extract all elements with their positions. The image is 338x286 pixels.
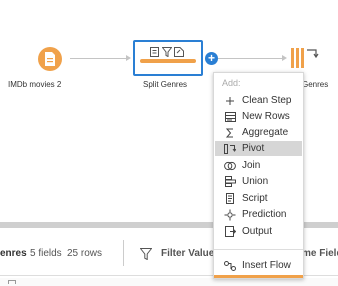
insert-flow-icon	[224, 260, 236, 272]
menu-item-label: Join	[242, 160, 261, 171]
output-icon	[224, 226, 236, 238]
clean-icon	[150, 44, 160, 57]
join-icon	[224, 160, 236, 172]
input-node-label: IMDb movies 2	[8, 80, 62, 89]
menu-item-clean-step[interactable]: Clean Step	[215, 93, 302, 108]
menu-item-label: Aggregate	[242, 127, 289, 138]
filter-values-button[interactable]: Filter Value	[161, 248, 214, 259]
add-step-button[interactable]: +	[205, 52, 218, 65]
prediction-icon	[224, 209, 236, 221]
clean-step-bar	[140, 59, 196, 63]
pivot-icon	[224, 143, 236, 155]
field-count: 5 fields	[30, 248, 62, 259]
menu-item-union[interactable]: Union	[215, 174, 302, 189]
menu-header: Add:	[222, 78, 241, 88]
menu-item-label: Clean Step	[242, 95, 292, 106]
menu-item-output[interactable]: Output	[215, 224, 302, 239]
row-count: 25 rows	[67, 248, 103, 259]
add-step-menu: Add: Clean Step New Rows Aggregate Pivot…	[213, 72, 304, 279]
menu-item-label: Prediction	[242, 209, 287, 220]
connector-line	[70, 58, 126, 59]
clean-step-label: Split Genres	[143, 80, 188, 89]
menu-item-label: Union	[242, 176, 269, 187]
file-icon	[45, 52, 55, 66]
filter-icon[interactable]	[139, 247, 153, 261]
rename-icon	[174, 44, 184, 57]
step-name: enres	[0, 248, 27, 259]
column-type-icon	[8, 280, 16, 284]
menu-item-prediction[interactable]: Prediction	[215, 207, 302, 222]
input-node[interactable]	[38, 47, 62, 71]
filter-icon	[161, 44, 173, 58]
menu-item-label: Pivot	[242, 143, 265, 154]
menu-item-label: Insert Flow	[242, 260, 291, 271]
toolbar-separator	[123, 240, 124, 266]
menu-item-pivot[interactable]: Pivot	[215, 141, 302, 156]
connector-arrow	[282, 55, 287, 61]
menu-item-script[interactable]: Script	[215, 191, 302, 206]
menu-item-label: Output	[242, 226, 273, 237]
connector-arrow	[126, 55, 131, 61]
pivot-node-label: Genres	[302, 80, 329, 89]
menu-accent-bar	[214, 275, 303, 278]
grid-header-row	[0, 278, 338, 286]
clean-step-node[interactable]	[133, 40, 203, 76]
menu-item-insert-flow[interactable]: Insert Flow	[215, 258, 302, 273]
new-rows-icon	[224, 111, 236, 123]
rename-field-button[interactable]: me Field	[302, 248, 338, 259]
menu-divider	[214, 249, 303, 250]
menu-item-join[interactable]: Join	[215, 158, 302, 173]
menu-item-label: Script	[242, 193, 268, 204]
pivot-node[interactable]	[290, 46, 320, 70]
plus-icon	[224, 95, 236, 107]
union-icon	[224, 176, 236, 188]
menu-item-aggregate[interactable]: Aggregate	[215, 125, 302, 140]
menu-item-label: New Rows	[242, 111, 290, 122]
pivot-icon	[291, 48, 319, 68]
sigma-icon	[224, 127, 236, 139]
connector-line	[218, 58, 282, 59]
menu-item-new-rows[interactable]: New Rows	[215, 109, 302, 124]
script-icon	[224, 193, 236, 205]
